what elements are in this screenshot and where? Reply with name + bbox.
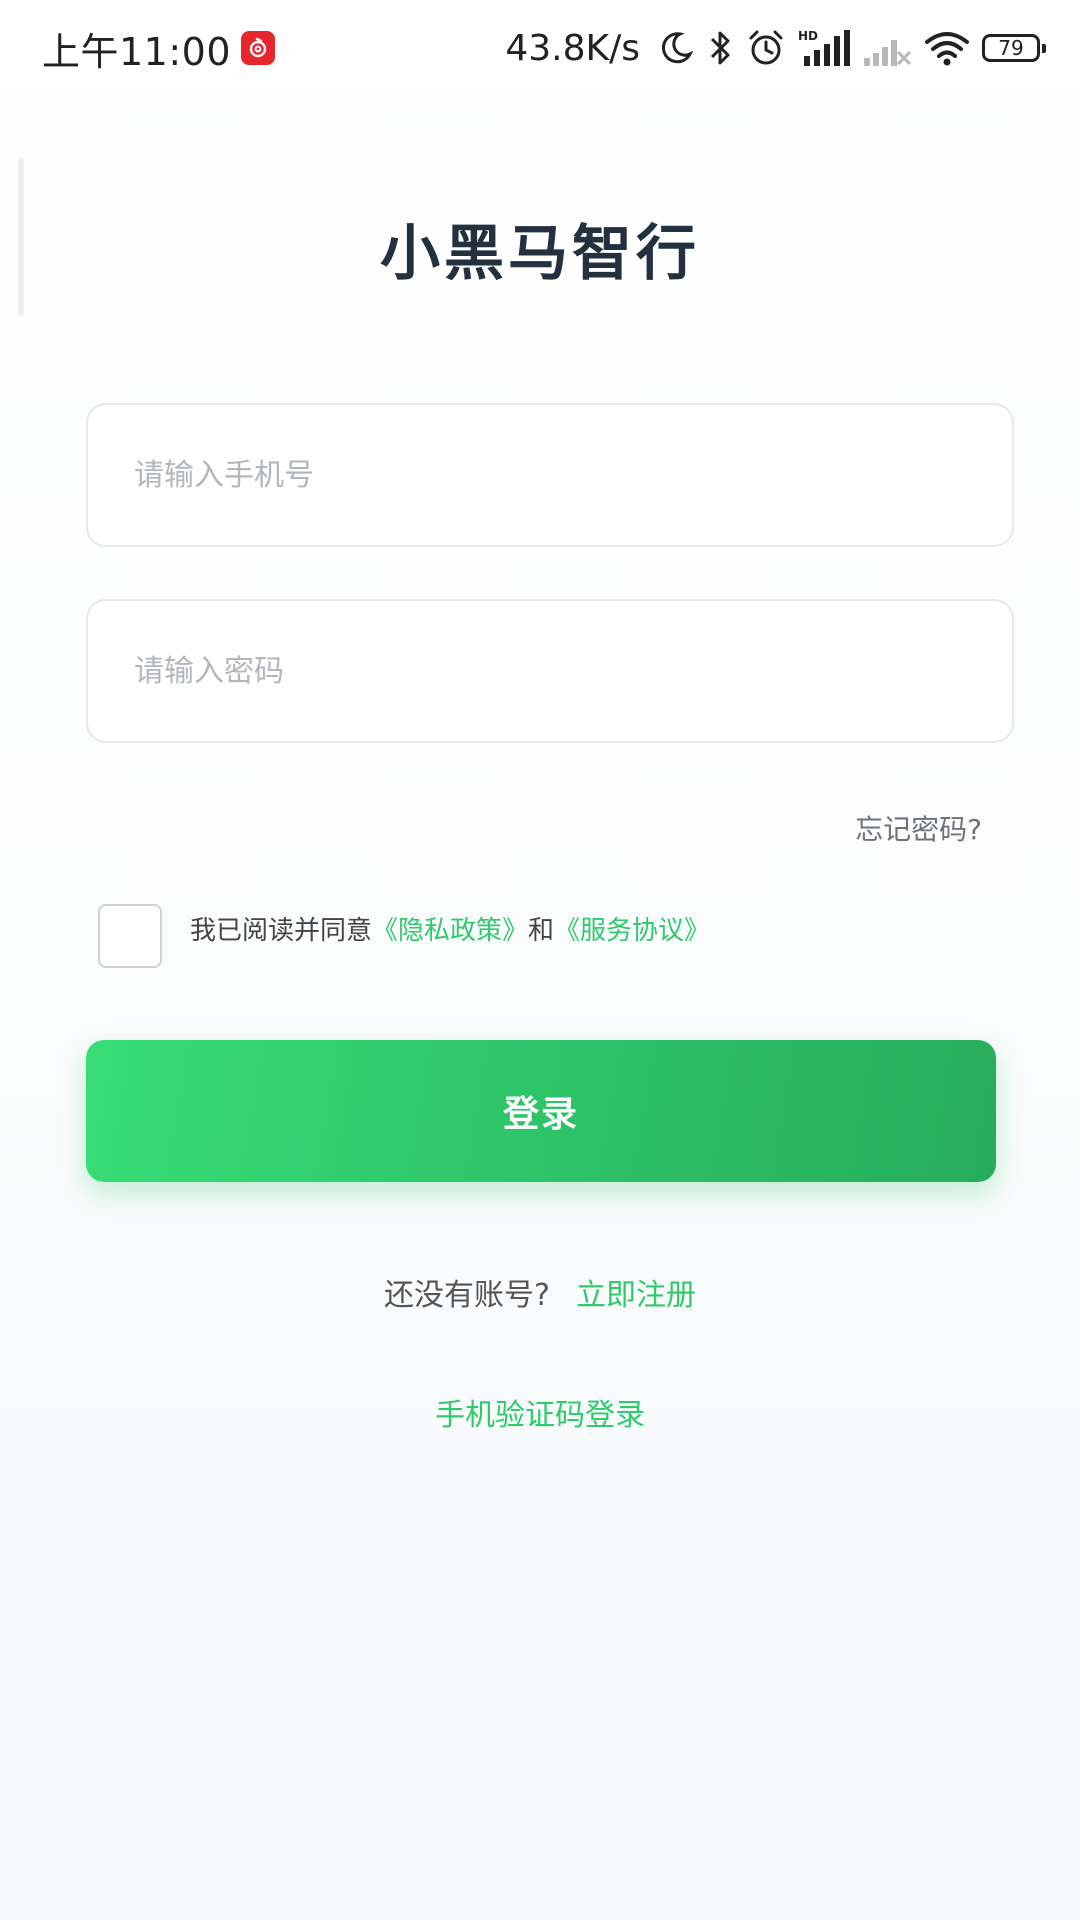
wifi-icon [924, 28, 970, 68]
service-agreement-link[interactable]: 《服务协议》 [554, 916, 710, 946]
register-row: 还没有账号? 立即注册 [0, 1270, 1080, 1314]
phone-field[interactable] [86, 403, 1014, 547]
status-bar-right: 43.8K/s HD 79 [505, 27, 1046, 69]
no-account-text: 还没有账号? [384, 1278, 550, 1313]
privacy-policy-link[interactable]: 《隐私政策》 [372, 916, 528, 946]
agreement-and: 和 [528, 915, 555, 946]
bluetooth-icon [706, 28, 734, 68]
svg-text:HD: HD [798, 29, 818, 43]
agreement-checkbox[interactable] [98, 904, 162, 968]
app-title: 小黑马智行 [380, 219, 700, 289]
status-bar: 上午11:00 43.8K/s HD 79 [0, 0, 1080, 96]
password-field[interactable] [86, 599, 1014, 743]
agreement-text: 我已阅读并同意《隐私政策》和《服务协议》 [190, 910, 710, 947]
net-speed: 43.8K/s [505, 27, 640, 69]
battery-icon: 79 [982, 34, 1046, 62]
agreement-row: 我已阅读并同意《隐私政策》和《服务协议》 [98, 904, 710, 968]
register-link[interactable]: 立即注册 [576, 1278, 696, 1313]
signal-no-sim-icon [862, 28, 912, 68]
password-input[interactable] [88, 601, 1012, 741]
login-button[interactable]: 登录 [86, 1040, 996, 1182]
netease-music-icon [241, 31, 276, 65]
alarm-icon [746, 28, 786, 68]
battery-level: 79 [998, 36, 1024, 60]
hd-signal-icon: HD [798, 28, 850, 68]
forgot-password-link[interactable]: 忘记密码? [855, 808, 982, 848]
phone-input[interactable] [88, 405, 1012, 545]
agreement-prefix: 我已阅读并同意 [190, 915, 373, 946]
status-bar-left: 上午11:00 [42, 21, 276, 76]
status-time: 上午11:00 [42, 29, 232, 74]
sms-login-link[interactable]: 手机验证码登录 [0, 1390, 1080, 1434]
moon-icon [658, 30, 694, 66]
